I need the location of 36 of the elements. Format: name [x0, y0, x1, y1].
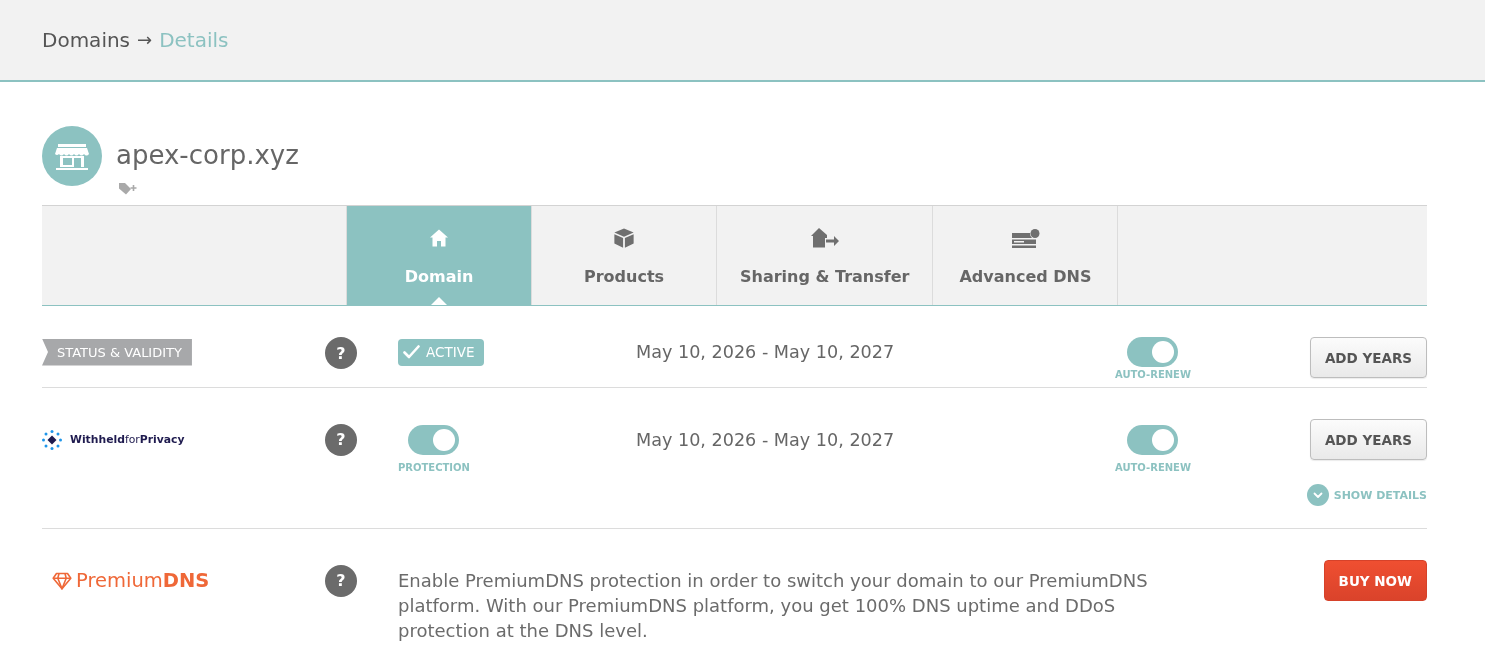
help-button[interactable]: ?	[325, 564, 357, 597]
tag-plus-icon[interactable]	[118, 182, 138, 196]
toggle-switch[interactable]	[408, 424, 460, 455]
store-icon	[42, 126, 102, 186]
toggle-label: AUTO-RENEW	[1115, 369, 1191, 381]
brand-name: PremiumDNS	[76, 569, 210, 592]
breadcrumb-link[interactable]: Domains	[42, 27, 131, 53]
section-label: STATUS & VALIDITY	[42, 338, 192, 366]
dotted-diamond-icon	[42, 429, 62, 450]
gem-icon	[52, 571, 72, 590]
server-icon	[1010, 227, 1041, 249]
tab[interactable]: Advanced DNS	[933, 206, 1119, 305]
help-button[interactable]: ?	[325, 337, 357, 369]
brand-name: WithheldforPrivacy	[70, 433, 185, 446]
tab[interactable]: Products	[532, 206, 717, 305]
house-arrow-icon	[809, 227, 840, 249]
date-range: May 10, 2026 - May 10, 2027	[636, 429, 895, 450]
toggle-label: AUTO-RENEW	[1115, 462, 1191, 474]
check-icon	[403, 345, 420, 359]
toggle-switch[interactable]	[1127, 337, 1179, 367]
description-text: Enable PremiumDNS protection in order to switch your domain to our PremiumDNS platform. With our PremiumDNS platform, you get 100% DNS uptime and DDoS protection at the DNS level.	[398, 569, 1149, 643]
date-range: May 10, 2026 - May 10, 2027	[636, 342, 895, 362]
toggle-switch[interactable]	[1127, 424, 1179, 455]
notch-icon	[431, 297, 447, 305]
add-years-button[interactable]: ADD YEARS	[1309, 419, 1427, 460]
toggle-label: PROTECTION	[398, 462, 470, 474]
breadcrumb-separator: →	[137, 28, 153, 52]
help-button[interactable]: ?	[325, 423, 357, 456]
add-years-button[interactable]: ADD YEARS	[1309, 337, 1427, 378]
tab[interactable]: Sharing & Transfer	[717, 206, 934, 305]
buy-now-button[interactable]: BUY NOW	[1323, 560, 1427, 601]
house-icon	[429, 227, 449, 249]
box-icon	[612, 227, 636, 249]
chevron-down-icon	[1306, 484, 1329, 506]
status-text: ACTIVE	[426, 344, 475, 360]
domain-name: apex-corp.xyz	[116, 139, 299, 172]
